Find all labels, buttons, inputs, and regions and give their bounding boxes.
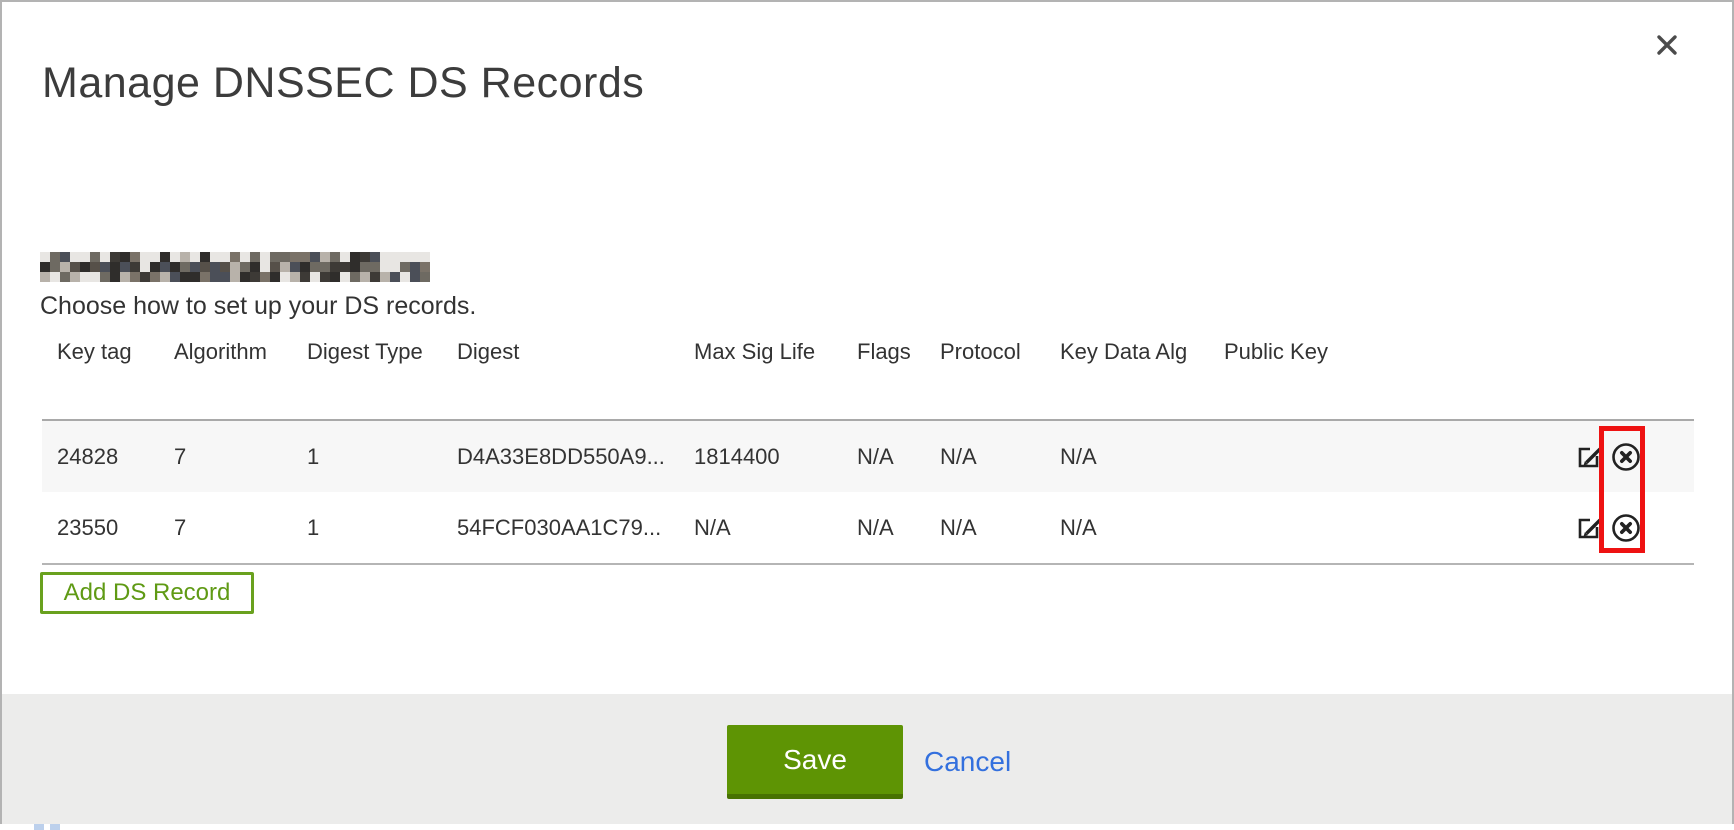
cell-actions <box>1442 420 1694 492</box>
table-row: 23550 7 1 54FCF030AA1C79... N/A N/A N/A … <box>42 492 1694 564</box>
delete-record-icon <box>1610 461 1642 476</box>
instruction-text: Choose how to set up your DS records. <box>40 292 476 321</box>
cell-key-data-alg: N/A <box>1045 492 1209 564</box>
add-ds-record-button[interactable]: Add DS Record <box>40 572 254 614</box>
delete-record-button[interactable] <box>1610 512 1642 544</box>
save-button[interactable]: Save <box>727 725 903 799</box>
ds-records-table: Key tag Algorithm Digest Type Digest Max… <box>42 335 1694 565</box>
delete-record-icon <box>1610 532 1642 547</box>
background-artifact <box>50 824 60 830</box>
close-icon <box>1654 46 1680 61</box>
cell-public-key <box>1209 492 1442 564</box>
cell-digest-type: 1 <box>292 492 442 564</box>
edit-record-button[interactable] <box>1574 442 1604 472</box>
cell-algorithm: 7 <box>159 492 292 564</box>
edit-record-icon <box>1574 460 1604 475</box>
cell-algorithm: 7 <box>159 420 292 492</box>
page-title: Manage DNSSEC DS Records <box>42 59 644 108</box>
cell-key-data-alg: N/A <box>1045 420 1209 492</box>
redacted-domain-name <box>40 252 430 282</box>
cell-digest: 54FCF030AA1C79... <box>442 492 679 564</box>
edit-record-icon <box>1574 531 1604 546</box>
cell-digest-type: 1 <box>292 420 442 492</box>
close-button[interactable] <box>1654 32 1680 58</box>
header-max-sig-life: Max Sig Life <box>679 335 842 420</box>
manage-dnssec-dialog: Manage DNSSEC DS Records Choose how to s… <box>0 0 1734 824</box>
background-artifact <box>34 824 44 830</box>
cell-key-tag: 23550 <box>42 492 159 564</box>
cell-key-tag: 24828 <box>42 420 159 492</box>
delete-record-button[interactable] <box>1610 441 1642 473</box>
dialog-footer: Save Cancel <box>2 694 1732 824</box>
cell-flags: N/A <box>842 420 925 492</box>
background-behind-modal <box>0 824 1734 830</box>
cell-protocol: N/A <box>925 492 1045 564</box>
cell-flags: N/A <box>842 492 925 564</box>
header-digest: Digest <box>442 335 679 420</box>
header-public-key: Public Key <box>1209 335 1442 420</box>
header-flags: Flags <box>842 335 925 420</box>
ds-records-table-wrap: Key tag Algorithm Digest Type Digest Max… <box>42 335 1694 565</box>
cell-public-key <box>1209 420 1442 492</box>
header-actions <box>1442 335 1694 420</box>
header-key-data-alg: Key Data Alg <box>1045 335 1209 420</box>
cell-protocol: N/A <box>925 420 1045 492</box>
cell-max-sig-life: 1814400 <box>679 420 842 492</box>
cancel-button[interactable]: Cancel <box>924 746 1011 778</box>
table-row: 24828 7 1 D4A33E8DD550A9... 1814400 N/A … <box>42 420 1694 492</box>
header-digest-type: Digest Type <box>292 335 442 420</box>
header-protocol: Protocol <box>925 335 1045 420</box>
cell-max-sig-life: N/A <box>679 492 842 564</box>
table-header-row: Key tag Algorithm Digest Type Digest Max… <box>42 335 1694 420</box>
edit-record-button[interactable] <box>1574 513 1604 543</box>
header-key-tag: Key tag <box>42 335 159 420</box>
cell-digest: D4A33E8DD550A9... <box>442 420 679 492</box>
header-algorithm: Algorithm <box>159 335 292 420</box>
cell-actions <box>1442 492 1694 564</box>
